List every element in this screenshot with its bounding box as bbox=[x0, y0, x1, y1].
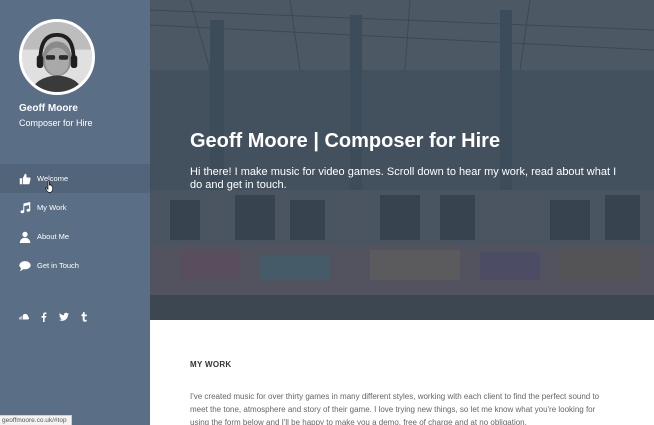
status-bar-url: geoffmoore.co.uk/#top bbox=[0, 415, 72, 425]
hero-overlay bbox=[150, 0, 654, 320]
speech-bubble-icon bbox=[18, 259, 31, 272]
my-work-section: MY WORK I've created music for over thir… bbox=[150, 320, 654, 425]
nav-item-welcome[interactable]: Welcome bbox=[0, 164, 150, 193]
nav-item-get-in-touch[interactable]: Get in Touch bbox=[0, 251, 150, 280]
nav-label: Get in Touch bbox=[37, 261, 79, 270]
hero-title: Geoff Moore | Composer for Hire bbox=[190, 130, 501, 152]
music-note-icon bbox=[18, 201, 31, 214]
soundcloud-icon[interactable] bbox=[18, 311, 29, 322]
hero-banner: Geoff Moore | Composer for Hire Hi there… bbox=[150, 0, 654, 320]
thumbs-up-icon bbox=[18, 172, 31, 185]
section-body: I've created music for over thirty games… bbox=[190, 392, 600, 425]
pointer-hand-cursor-icon bbox=[45, 180, 53, 193]
section-title: MY WORK bbox=[190, 360, 232, 369]
tumblr-icon[interactable] bbox=[78, 311, 89, 322]
sidebar-nav: Welcome My Work About Me Get in Touch bbox=[0, 164, 150, 280]
avatar bbox=[19, 19, 95, 95]
user-icon bbox=[18, 230, 31, 243]
nav-label: About Me bbox=[37, 232, 70, 241]
profile-name: Geoff Moore bbox=[19, 103, 78, 114]
sidebar: Geoff Moore Composer for Hire Welcome My… bbox=[0, 0, 150, 425]
hero-subtitle: Hi there! I make music for video games. … bbox=[190, 166, 617, 191]
profile-photo bbox=[22, 22, 92, 92]
nav-item-my-work[interactable]: My Work bbox=[0, 193, 150, 222]
twitter-icon[interactable] bbox=[58, 311, 69, 322]
facebook-icon[interactable] bbox=[38, 311, 49, 322]
profile-role: Composer for Hire bbox=[19, 118, 93, 128]
social-links bbox=[18, 311, 89, 322]
nav-label: My Work bbox=[37, 203, 67, 212]
nav-item-about-me[interactable]: About Me bbox=[0, 222, 150, 251]
